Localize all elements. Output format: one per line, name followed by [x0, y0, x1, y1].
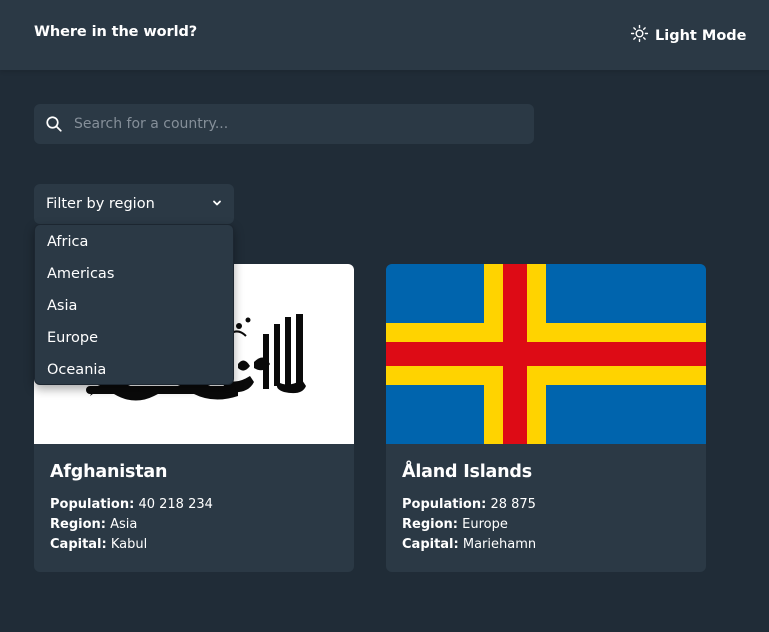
capital-value: Mariehamn: [462, 537, 537, 552]
population-row: Population: 40 218 234: [50, 495, 338, 515]
app-title: Where in the world?: [34, 24, 198, 40]
population-value: 40 218 234: [138, 497, 213, 512]
region-row: Region: Asia: [50, 515, 338, 535]
country-name: Afghanistan: [50, 462, 168, 482]
region-option-americas[interactable]: Americas: [35, 258, 233, 290]
chevron-down-icon: [212, 196, 222, 212]
header: Where in the world? Light Mode: [0, 0, 769, 70]
region-value: Asia: [110, 517, 138, 532]
search-bar: [34, 104, 534, 144]
capital-value: Kabul: [110, 537, 148, 552]
region-filter-label: Filter by region: [46, 196, 155, 212]
country-card-aland-islands[interactable]: Åland Islands Population: 28 875 Region:…: [386, 264, 706, 572]
region-option-oceania[interactable]: Oceania: [35, 354, 233, 386]
population-value: 28 875: [490, 497, 536, 512]
region-label: Region:: [50, 517, 106, 532]
capital-label: Capital:: [50, 537, 107, 552]
sun-icon: [630, 24, 649, 47]
population-row: Population: 28 875: [402, 495, 690, 515]
region-option-africa[interactable]: Africa: [35, 226, 233, 258]
region-dropdown-menu: Africa Americas Asia Europe Oceania: [34, 224, 234, 385]
region-label: Region:: [402, 517, 458, 532]
region-filter-select[interactable]: Filter by region: [34, 184, 234, 224]
population-label: Population:: [402, 497, 487, 512]
card-info: Åland Islands Population: 28 875 Region:…: [386, 444, 706, 572]
capital-label: Capital:: [402, 537, 459, 552]
region-row: Region: Europe: [402, 515, 690, 535]
country-name: Åland Islands: [402, 462, 532, 482]
population-label: Population:: [50, 497, 135, 512]
theme-toggle-button[interactable]: Light Mode: [630, 24, 747, 47]
search-input[interactable]: [74, 104, 524, 144]
capital-row: Capital: Mariehamn: [402, 535, 690, 555]
region-option-asia[interactable]: Asia: [35, 290, 233, 322]
capital-row: Capital: Kabul: [50, 535, 338, 555]
theme-toggle-label: Light Mode: [655, 27, 747, 44]
flag-image-aland-islands: [386, 264, 706, 444]
search-icon: [46, 116, 62, 132]
card-info: Afghanistan Population: 40 218 234 Regio…: [34, 444, 354, 572]
region-option-europe[interactable]: Europe: [35, 322, 233, 354]
region-value: Europe: [462, 517, 508, 532]
